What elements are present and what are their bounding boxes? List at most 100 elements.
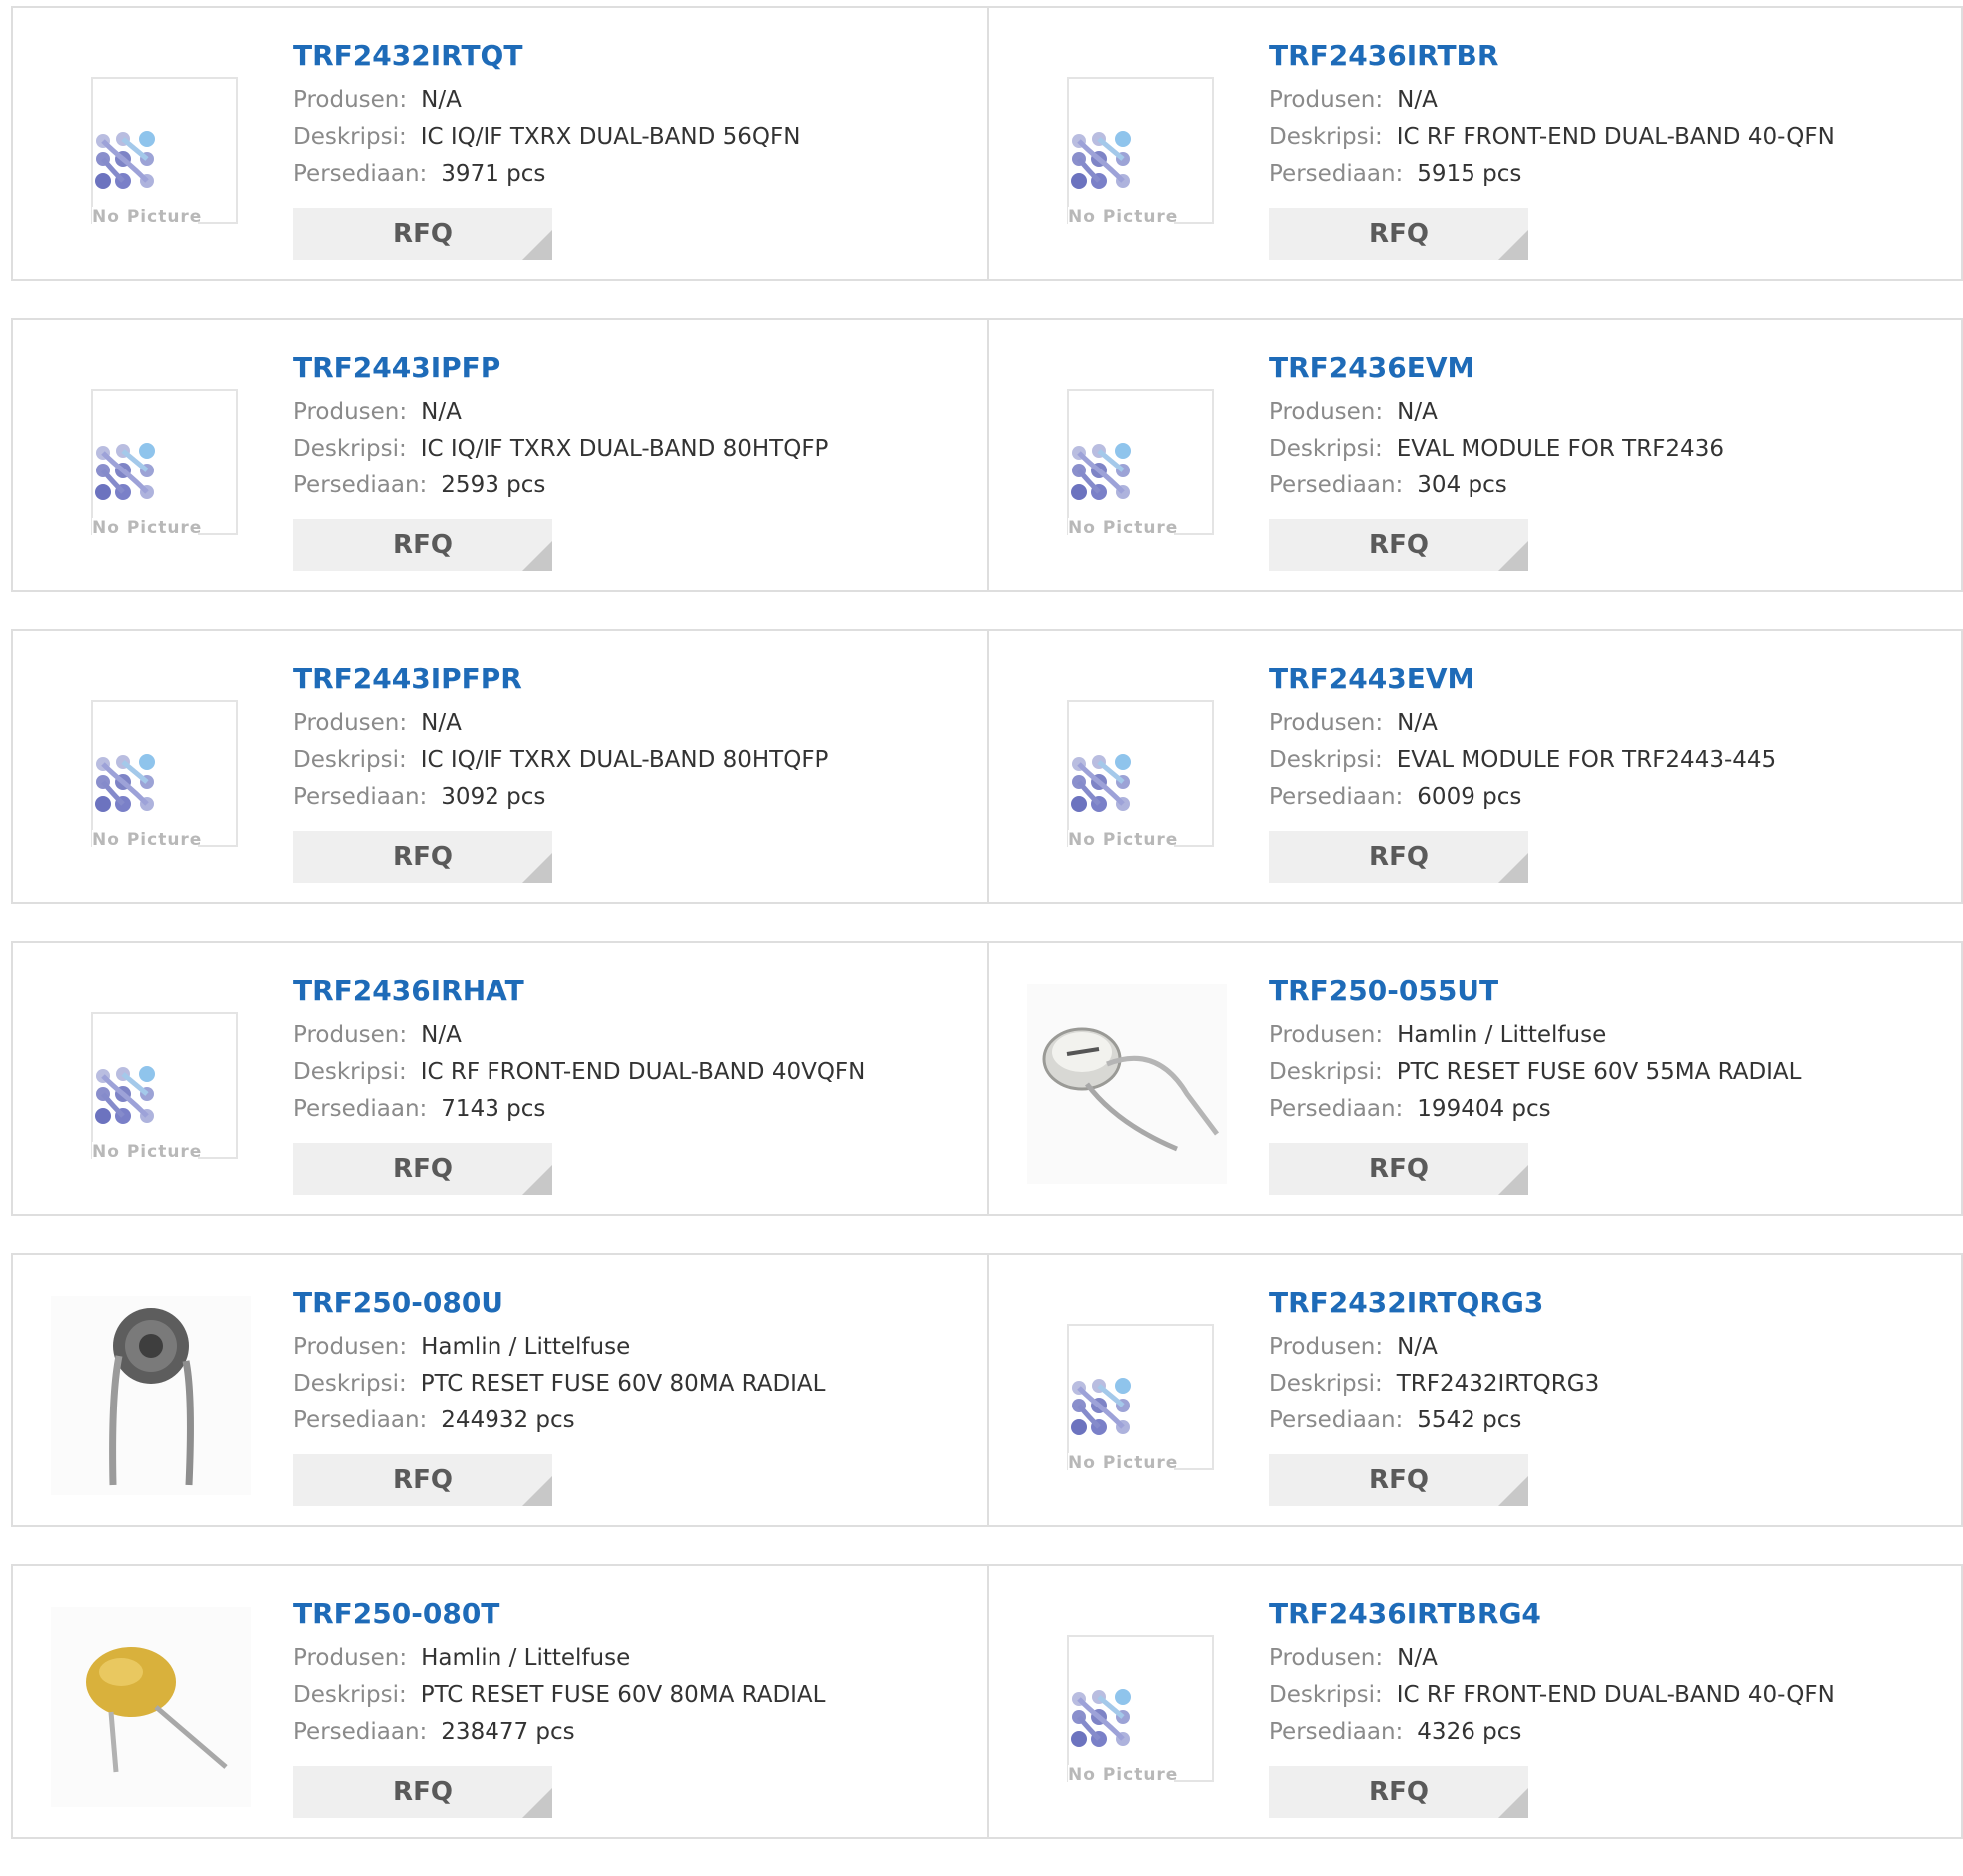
manufacturer-value: N/A [421,710,462,736]
description-line: Deskripsi: EVAL MODULE FOR TRF2436 [1269,431,1724,468]
rfq-button[interactable]: RFQ [293,1766,552,1818]
rfq-button[interactable]: RFQ [1269,1143,1528,1195]
description-value: PTC RESET FUSE 60V 80MA RADIAL [420,1682,826,1708]
product-info: TRF250-055UT Produsen: Hamlin / Littelfuse… [1269,973,1801,1128]
rfq-button[interactable]: RFQ [1269,831,1528,883]
no-picture-placeholder: No Picture [91,77,238,227]
manufacturer-label: Produsen: [1269,1334,1384,1360]
product-row: TRF250-080T Produsen: Hamlin / Littelfuse D… [11,1564,1963,1839]
description-label: Deskripsi: [293,124,407,150]
product-info: TRF250-080U Produsen: Hamlin / Littelfuse D… [293,1285,825,1439]
description-line: Deskripsi: IC RF FRONT-END DUAL-BAND 40-Q… [1269,1677,1835,1714]
no-picture-logo-icon [1071,443,1131,500]
description-line: Deskripsi: PTC RESET FUSE 60V 80MA RADIAL [293,1677,825,1714]
product-title-link[interactable]: TRF2443EVM [1269,661,1776,697]
product-thumbnail[interactable]: No Picture [1027,1607,1227,1807]
product-title-link[interactable]: TRF2436IRHAT [293,973,865,1009]
rfq-button[interactable]: RFQ [293,1454,552,1506]
product-title-link[interactable]: TRF2436IRTBR [1269,38,1835,74]
stock-value: 199404 pcs [1417,1096,1551,1122]
stock-value: 5915 pcs [1417,161,1522,187]
manufacturer-label: Produsen: [293,87,408,113]
description-label: Deskripsi: [1269,747,1383,773]
stock-value: 5542 pcs [1417,1407,1522,1433]
product-title-link[interactable]: TRF2432IRTQT [293,38,800,74]
rfq-button[interactable]: RFQ [293,519,552,571]
product-photo-icon [51,1296,251,1495]
product-thumbnail[interactable]: No Picture [51,361,251,560]
stock-line: Persediaan: 4326 pcs [1269,1714,1835,1751]
product-title-link[interactable]: TRF250-055UT [1269,973,1801,1009]
product-grid: No Picture TRF2432IRTQT Produsen: N/A Deskr… [11,6,1963,1876]
stock-label: Persediaan: [293,161,428,187]
no-picture-placeholder: No Picture [91,700,238,850]
description-value: EVAL MODULE FOR TRF2443-445 [1396,747,1777,773]
manufacturer-label: Produsen: [293,1645,408,1671]
rfq-button[interactable]: RFQ [1269,208,1528,260]
stock-value: 3971 pcs [441,161,546,187]
product-thumbnail[interactable] [51,1607,251,1807]
product-thumbnail[interactable]: No Picture [1027,672,1227,872]
no-picture-text: No Picture [1068,830,1183,850]
product-thumbnail[interactable]: No Picture [1027,1296,1227,1495]
product-title-link[interactable]: TRF2436EVM [1269,350,1724,386]
product-thumbnail[interactable]: No Picture [51,984,251,1184]
product-info: TRF2436IRHAT Produsen: N/A Deskripsi: IC RF … [293,973,865,1128]
product-thumbnail[interactable] [51,1296,251,1495]
product-card: TRF250-055UT Produsen: Hamlin / Littelfuse… [987,943,1961,1214]
no-picture-logo-icon [95,1066,155,1124]
stock-line: Persediaan: 3971 pcs [293,156,800,193]
manufacturer-label: Produsen: [1269,87,1384,113]
manufacturer-line: Produsen: N/A [1269,1640,1835,1677]
no-picture-placeholder: No Picture [1067,700,1214,850]
description-label: Deskripsi: [1269,124,1383,150]
manufacturer-line: Produsen: N/A [1269,82,1835,119]
product-title-link[interactable]: TRF250-080T [293,1596,825,1632]
product-title-link[interactable]: TRF2443IPFP [293,350,828,386]
product-thumbnail[interactable]: No Picture [1027,49,1227,249]
manufacturer-line: Produsen: Hamlin / Littelfuse [293,1640,825,1677]
description-line: Deskripsi: IC IQ/IF TXRX DUAL-BAND 80HTQF… [293,742,828,779]
description-label: Deskripsi: [293,1682,407,1708]
product-title-link[interactable]: TRF2432IRTQRG3 [1269,1285,1599,1321]
manufacturer-value: N/A [1397,399,1438,425]
description-label: Deskripsi: [1269,436,1383,462]
no-picture-placeholder: No Picture [1067,77,1214,227]
manufacturer-label: Produsen: [1269,399,1384,425]
stock-line: Persediaan: 2593 pcs [293,468,828,504]
manufacturer-value: N/A [1397,1334,1438,1360]
rfq-button[interactable]: RFQ [293,1143,552,1195]
stock-label: Persediaan: [1269,1719,1404,1745]
product-info: TRF2436IRTBRG4 Produsen: N/A Deskripsi: IC R… [1269,1596,1835,1751]
product-thumbnail[interactable]: No Picture [51,672,251,872]
no-picture-placeholder: No Picture [1067,389,1214,538]
product-title-link[interactable]: TRF2436IRTBRG4 [1269,1596,1835,1632]
stock-label: Persediaan: [1269,472,1404,498]
rfq-button[interactable]: RFQ [293,208,552,260]
manufacturer-value: N/A [421,399,462,425]
rfq-button[interactable]: RFQ [1269,1454,1528,1506]
rfq-button[interactable]: RFQ [1269,1766,1528,1818]
stock-line: Persediaan: 5915 pcs [1269,156,1835,193]
product-thumbnail[interactable] [1027,984,1227,1184]
product-thumbnail[interactable]: No Picture [51,49,251,249]
product-title-link[interactable]: TRF250-080U [293,1285,825,1321]
product-card: No Picture TRF2443EVM Produsen: N/A Deskrip… [987,631,1961,902]
no-picture-text: No Picture [1068,518,1183,538]
rfq-button[interactable]: RFQ [1269,519,1528,571]
stock-line: Persediaan: 238477 pcs [293,1714,825,1751]
manufacturer-line: Produsen: N/A [293,705,828,742]
stock-value: 238477 pcs [441,1719,575,1745]
manufacturer-line: Produsen: N/A [293,1017,865,1054]
product-thumbnail[interactable]: No Picture [1027,361,1227,560]
product-card: No Picture TRF2436EVM Produsen: N/A Deskrip… [987,320,1961,590]
product-title-link[interactable]: TRF2443IPFPR [293,661,828,697]
manufacturer-line: Produsen: N/A [293,82,800,119]
product-info: TRF2436IRTBR Produsen: N/A Deskripsi: IC RF … [1269,38,1835,193]
stock-line: Persediaan: 304 pcs [1269,468,1724,504]
product-info: TRF2432IRTQRG3 Produsen: N/A Deskripsi: TRF2… [1269,1285,1599,1439]
rfq-button[interactable]: RFQ [293,831,552,883]
manufacturer-label: Produsen: [293,710,408,736]
product-row: No Picture TRF2436IRHAT Produsen: N/A Deskr… [11,941,1963,1216]
stock-line: Persediaan: 3092 pcs [293,779,828,816]
